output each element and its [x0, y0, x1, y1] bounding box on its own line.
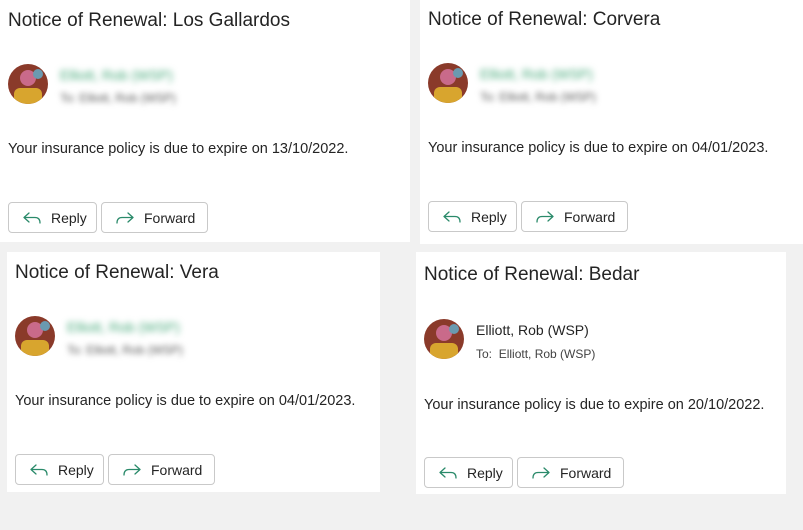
reply-button[interactable]: Reply [15, 454, 104, 485]
forward-label: Forward [560, 464, 612, 481]
reply-label: Reply [58, 461, 94, 478]
email-subject: Notice of Renewal: Corvera [428, 9, 661, 30]
sender-name: Elliott, Rob (WSP) [476, 322, 589, 338]
email-body: Your insurance policy is due to expire o… [8, 141, 349, 157]
reply-button[interactable]: Reply [428, 201, 517, 232]
to-label: To: [67, 343, 84, 357]
reply-label: Reply [467, 464, 503, 481]
reply-arrow-icon [23, 211, 41, 225]
reply-button[interactable]: Reply [424, 457, 513, 488]
forward-arrow-icon [123, 463, 141, 477]
sender-avatar [15, 316, 55, 356]
forward-arrow-icon [116, 211, 134, 225]
forward-label: Forward [564, 208, 616, 225]
forward-button[interactable]: Forward [517, 457, 624, 488]
to-label: To: [60, 91, 77, 105]
forward-label: Forward [144, 209, 196, 226]
recipient-line: To: Elliott, Rob (WSP) [60, 91, 176, 105]
recipient-line: To: Elliott, Rob (WSP) [67, 343, 183, 357]
forward-label: Forward [151, 461, 203, 478]
reply-label: Reply [51, 209, 87, 226]
forward-button[interactable]: Forward [101, 202, 208, 233]
reply-arrow-icon [30, 463, 48, 477]
to-label: To: [480, 90, 497, 104]
reply-arrow-icon [439, 466, 457, 480]
to-label: To: [476, 347, 493, 361]
forward-button[interactable]: Forward [521, 201, 628, 232]
email-subject: Notice of Renewal: Bedar [424, 264, 640, 285]
forward-arrow-icon [532, 466, 550, 480]
forward-arrow-icon [536, 210, 554, 224]
email-body: Your insurance policy is due to expire o… [424, 397, 765, 413]
email-subject: Notice of Renewal: Los Gallardos [8, 10, 290, 31]
forward-button[interactable]: Forward [108, 454, 215, 485]
sender-avatar [424, 319, 464, 359]
reply-button[interactable]: Reply [8, 202, 97, 233]
email-body: Your insurance policy is due to expire o… [428, 140, 769, 156]
email-card-bedar: Notice of Renewal: Bedar Elliott, Rob (W… [416, 252, 786, 494]
sender-name: Elliott, Rob (WSP) [480, 66, 593, 82]
email-card-vera: Notice of Renewal: Vera Elliott, Rob (WS… [7, 252, 380, 492]
recipient-name: Elliott, Rob (WSP) [499, 90, 597, 104]
recipient-line: To: Elliott, Rob (WSP) [476, 347, 595, 361]
sender-name: Elliott, Rob (WSP) [60, 67, 173, 83]
recipient-name: Elliott, Rob (WSP) [86, 343, 184, 357]
sender-avatar [8, 64, 48, 104]
recipient-name: Elliott, Rob (WSP) [79, 91, 177, 105]
sender-name: Elliott, Rob (WSP) [67, 319, 180, 335]
recipient-name: Elliott, Rob (WSP) [498, 347, 596, 361]
reply-arrow-icon [443, 210, 461, 224]
email-card-corvera: Notice of Renewal: Corvera Elliott, Rob … [420, 0, 803, 244]
email-subject: Notice of Renewal: Vera [15, 262, 219, 283]
sender-avatar [428, 63, 468, 103]
email-body: Your insurance policy is due to expire o… [15, 393, 356, 409]
reply-label: Reply [471, 208, 507, 225]
recipient-line: To: Elliott, Rob (WSP) [480, 90, 596, 104]
email-card-los-gallardos: Notice of Renewal: Los Gallardos Elliott… [0, 0, 410, 242]
